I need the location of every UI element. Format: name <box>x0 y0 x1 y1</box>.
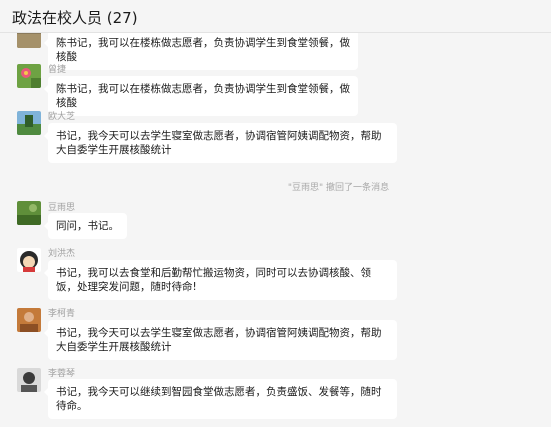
message-bubble[interactable]: 陈书记，我可以在楼栋做志愿者，负责协调学生到食堂领餐，做核酸 <box>44 76 358 116</box>
message-text: 同问，书记。 <box>56 220 119 232</box>
sender-name: 李蓉琴 <box>48 369 76 379</box>
message-text: 书记，我今天可以去学生寝室做志愿者，协调宿管阿姨调配物资，帮助大自委学生开展核酸… <box>56 327 382 353</box>
avatar[interactable] <box>17 201 41 225</box>
chat-title[interactable]: 政法在校人员 (27) <box>12 7 138 28</box>
avatar[interactable] <box>17 111 41 135</box>
message-bubble[interactable]: 书记，我可以去食堂和后勤帮忙搬运物资，同时可以去协调核酸、领饭，处理突发问题，随… <box>44 260 397 300</box>
sender-name: 刘洪杰 <box>48 249 76 259</box>
message-text: 陈书记，我可以在楼栋做志愿者，负责协调学生到食堂领餐，做核酸 <box>56 37 350 63</box>
message-text: 书记，我今天可以继续到智园食堂做志愿者，负责盛饭、发餐等，随时待命。 <box>56 386 382 412</box>
recall-notice: "豆雨思" 撤回了一条消息 <box>287 183 390 193</box>
sender-name: 李柯青 <box>48 309 76 319</box>
sender-name: 曾捷 <box>48 65 67 75</box>
chat-message-list[interactable]: 陈书记，我可以在楼栋做志愿者，负责协调学生到食堂领餐，做核酸 曾捷 陈书记，我可… <box>0 0 551 427</box>
message-text: 陈书记，我可以在楼栋做志愿者，负责协调学生到食堂领餐，做核酸 <box>56 83 350 109</box>
message-bubble[interactable]: 陈书记，我可以在楼栋做志愿者，负责协调学生到食堂领餐，做核酸 <box>44 30 358 70</box>
avatar[interactable] <box>17 248 41 272</box>
message-text: 书记，我今天可以去学生寝室做志愿者，协调宿管阿姨调配物资，帮助大自委学生开展核酸… <box>56 130 382 156</box>
avatar[interactable] <box>17 368 41 392</box>
message-bubble[interactable]: 书记，我今天可以去学生寝室做志愿者，协调宿管阿姨调配物资，帮助大自委学生开展核酸… <box>44 123 397 163</box>
message-bubble[interactable]: 同问，书记。 <box>44 213 127 239</box>
message-text: 书记，我可以去食堂和后勤帮忙搬运物资，同时可以去协调核酸、领饭，处理突发问题，随… <box>56 267 371 293</box>
chat-header: 政法在校人员 (27) <box>0 0 551 33</box>
message-bubble[interactable]: 书记，我今天可以去学生寝室做志愿者，协调宿管阿姨调配物资，帮助大自委学生开展核酸… <box>44 320 397 360</box>
avatar[interactable] <box>17 64 41 88</box>
avatar[interactable] <box>17 308 41 332</box>
sender-name: 欧大芝 <box>48 112 76 122</box>
message-bubble[interactable]: 书记，我今天可以继续到智园食堂做志愿者，负责盛饭、发餐等，随时待命。 <box>44 379 397 419</box>
sender-name: 豆雨思 <box>48 203 76 213</box>
